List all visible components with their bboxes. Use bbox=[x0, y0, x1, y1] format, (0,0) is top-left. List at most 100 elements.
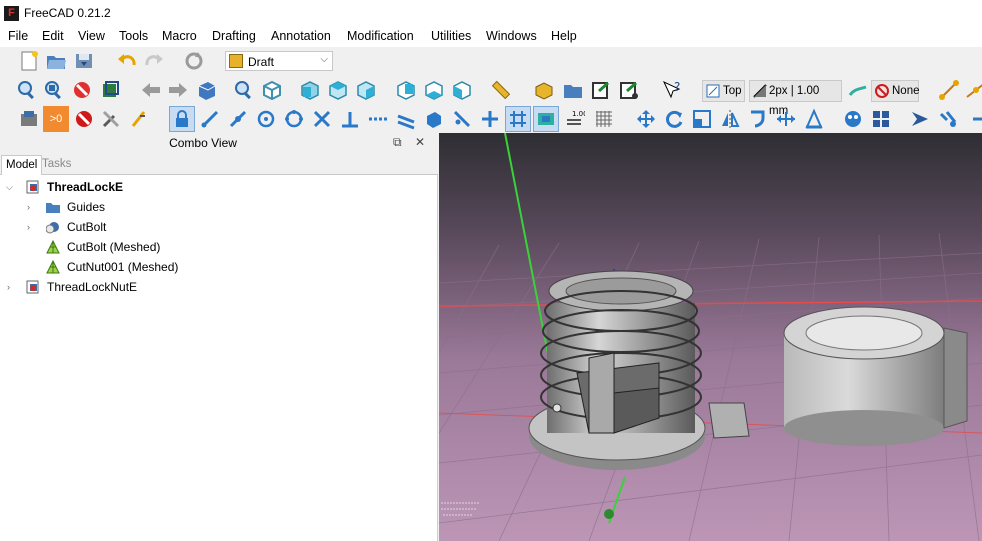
snap-dimensions-icon[interactable]: 1.00 bbox=[561, 106, 587, 132]
working-plane-setup-icon[interactable] bbox=[16, 106, 42, 132]
mirror-icon[interactable] bbox=[717, 106, 743, 132]
snap-intersection-icon[interactable] bbox=[309, 106, 335, 132]
menu-drafting[interactable]: Drafting bbox=[212, 29, 256, 43]
toolbar-area: Draft ⌵ ? Top 2px | 1.00 mm None >0 1.0 bbox=[0, 47, 982, 133]
menu-view[interactable]: View bbox=[78, 29, 105, 43]
view-rear-icon[interactable] bbox=[393, 77, 419, 103]
tree-item-cutbolt[interactable]: › CutBolt bbox=[0, 217, 438, 237]
menu-annotation[interactable]: Annotation bbox=[271, 29, 331, 43]
3d-viewport[interactable] bbox=[439, 133, 982, 541]
edit-icon[interactable] bbox=[935, 106, 961, 132]
tools-icon[interactable] bbox=[98, 106, 124, 132]
view-fit-icon[interactable] bbox=[231, 77, 257, 103]
bounding-box-icon[interactable] bbox=[97, 77, 123, 103]
scale-icon[interactable] bbox=[689, 106, 715, 132]
view-isometric-icon[interactable] bbox=[259, 77, 285, 103]
tree-item-guides[interactable]: › Guides bbox=[0, 197, 438, 217]
menu-modification[interactable]: Modification bbox=[347, 29, 414, 43]
chevron-right-icon[interactable]: › bbox=[27, 197, 37, 217]
open-document-icon[interactable] bbox=[43, 48, 69, 74]
menu-macro[interactable]: Macro bbox=[162, 29, 197, 43]
link-icon[interactable] bbox=[588, 77, 614, 103]
fit-selection-icon[interactable] bbox=[41, 77, 67, 103]
offset-icon[interactable] bbox=[745, 106, 771, 132]
nut-model bbox=[783, 306, 968, 446]
toolbar-overflow-icon[interactable] bbox=[963, 106, 982, 132]
toggle-grid-icon[interactable] bbox=[591, 106, 617, 132]
undo-icon[interactable] bbox=[114, 48, 140, 74]
snap-special-icon[interactable] bbox=[421, 106, 447, 132]
trimex-icon[interactable] bbox=[801, 106, 827, 132]
menu-utilities[interactable]: Utilities bbox=[431, 29, 471, 43]
view-front-icon[interactable] bbox=[297, 77, 323, 103]
menu-tools[interactable]: Tools bbox=[119, 29, 148, 43]
chevron-right-icon[interactable]: › bbox=[7, 277, 17, 297]
snap-endpoint-icon[interactable] bbox=[936, 77, 962, 103]
tree-item-cutnut001-meshed[interactable]: CutNut001 (Meshed) bbox=[0, 257, 438, 277]
snap-midpoint-2-icon[interactable] bbox=[225, 106, 251, 132]
array-icon[interactable] bbox=[868, 106, 894, 132]
hatch-pattern-button[interactable]: None bbox=[871, 80, 920, 102]
snap-ortho-icon[interactable] bbox=[477, 106, 503, 132]
create-part-icon[interactable] bbox=[531, 77, 557, 103]
working-plane-button[interactable]: Top bbox=[702, 80, 745, 102]
view-bottom-icon[interactable] bbox=[421, 77, 447, 103]
freecad-logo-icon: F bbox=[4, 6, 19, 21]
snap-angle-icon[interactable] bbox=[281, 106, 307, 132]
view-right-icon[interactable] bbox=[353, 77, 379, 103]
chevron-right-icon[interactable]: › bbox=[27, 217, 37, 237]
menu-edit[interactable]: Edit bbox=[42, 29, 64, 43]
snap-midpoint-icon[interactable] bbox=[963, 77, 982, 103]
float-panel-icon[interactable]: ⧉ bbox=[393, 135, 402, 150]
draw-style-icon[interactable] bbox=[69, 77, 95, 103]
snap-lock-off-icon[interactable] bbox=[71, 106, 97, 132]
snap-center-icon[interactable] bbox=[253, 106, 279, 132]
refresh-icon[interactable] bbox=[181, 48, 207, 74]
snap-parallel-icon[interactable] bbox=[393, 106, 419, 132]
combo-view-tabs: Model Tasks bbox=[0, 153, 438, 175]
snap-working-plane-icon[interactable] bbox=[533, 106, 559, 132]
new-document-icon[interactable] bbox=[16, 48, 42, 74]
menu-file[interactable]: File bbox=[8, 29, 28, 43]
draft-workbench-icon bbox=[229, 54, 243, 68]
tree-item-threadlocknute[interactable]: › ThreadLockNutE bbox=[0, 277, 438, 297]
save-document-icon[interactable] bbox=[71, 48, 97, 74]
tree-item-threadlocke[interactable]: ⌵ ThreadLockE bbox=[0, 177, 438, 197]
stretch-icon[interactable] bbox=[773, 106, 799, 132]
tab-tasks[interactable]: Tasks bbox=[38, 155, 75, 174]
snap-endpoint-2-icon[interactable] bbox=[197, 106, 223, 132]
link-actions-icon[interactable] bbox=[616, 77, 642, 103]
snap-perpendicular-icon[interactable] bbox=[337, 106, 363, 132]
snap-near-icon[interactable] bbox=[449, 106, 475, 132]
std-view-menu-icon[interactable] bbox=[193, 77, 219, 103]
redo-icon[interactable] bbox=[141, 48, 167, 74]
rotate-icon[interactable] bbox=[661, 106, 687, 132]
view-back-icon[interactable] bbox=[138, 77, 164, 103]
workbench-selector[interactable]: Draft ⌵ bbox=[225, 51, 333, 71]
autogroup-icon[interactable] bbox=[845, 79, 871, 105]
dimension-icon[interactable] bbox=[126, 106, 152, 132]
tree-item-cutbolt-meshed[interactable]: CutBolt (Meshed) bbox=[0, 237, 438, 257]
part-document-icon bbox=[26, 180, 39, 194]
view-forward-icon[interactable] bbox=[165, 77, 191, 103]
snap-grid-icon[interactable] bbox=[505, 106, 531, 132]
move-icon[interactable] bbox=[633, 106, 659, 132]
snap-extension-icon[interactable] bbox=[365, 106, 391, 132]
fit-all-icon[interactable] bbox=[14, 77, 40, 103]
whats-this-icon[interactable]: ? bbox=[659, 77, 685, 103]
menu-help[interactable]: Help bbox=[551, 29, 577, 43]
snap-lock-icon[interactable] bbox=[169, 106, 195, 132]
create-group-icon[interactable] bbox=[560, 77, 586, 103]
view-top-icon[interactable] bbox=[325, 77, 351, 103]
view-left-icon[interactable] bbox=[449, 77, 475, 103]
line-style-button[interactable]: 2px | 1.00 mm bbox=[749, 80, 842, 117]
clone-icon[interactable] bbox=[840, 106, 866, 132]
layer-counter[interactable]: >0 bbox=[43, 106, 69, 132]
combo-view-panel: Combo View ⧉ ✕ Model Tasks ⌵ ThreadLockE… bbox=[0, 133, 438, 541]
tab-model[interactable]: Model bbox=[1, 155, 43, 175]
close-panel-icon[interactable]: ✕ bbox=[415, 135, 425, 149]
measure-distance-icon[interactable] bbox=[488, 77, 514, 103]
menu-windows[interactable]: Windows bbox=[486, 29, 537, 43]
chevron-down-icon[interactable]: ⌵ bbox=[6, 177, 16, 197]
draft-to-sketch-icon[interactable] bbox=[907, 106, 933, 132]
